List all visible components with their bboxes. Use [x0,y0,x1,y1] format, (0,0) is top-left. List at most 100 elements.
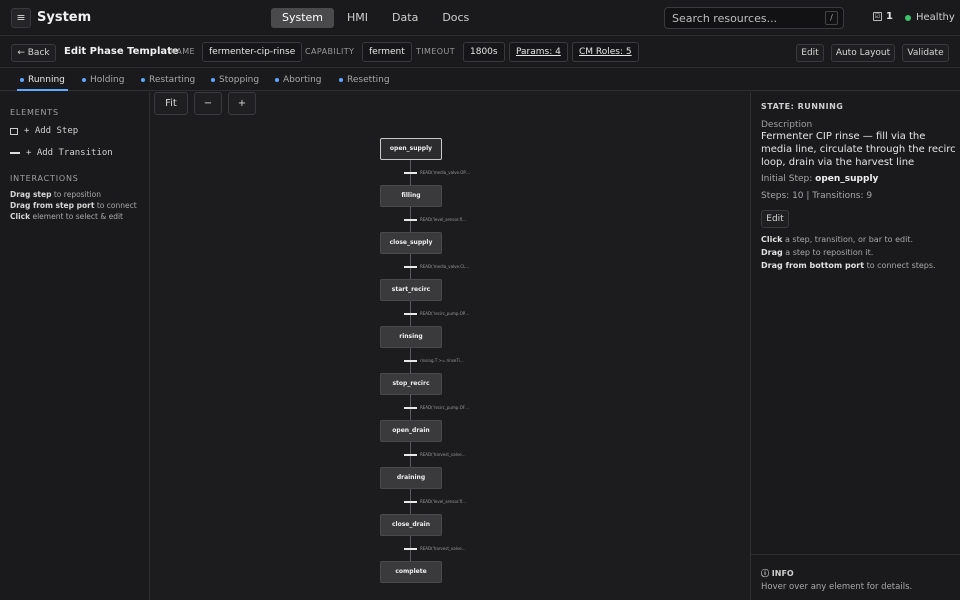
search-input[interactable] [672,11,822,25]
sfc-transition-bar[interactable] [404,501,417,503]
help-bold: Click [10,212,31,221]
help-bold: Drag step [10,190,52,199]
sfc-step[interactable]: close_drain [380,514,442,536]
params-button[interactable]: Params: 4 [509,42,568,62]
help-text: element to select & edit [30,212,124,221]
counts-row: Steps: 10 | Transitions: 9 [761,191,873,201]
sfc-transition-condition: READ('level_sensor.fl… [420,217,466,222]
search-box: / [664,7,844,29]
tab-aborting[interactable]: Aborting [275,68,322,91]
help-text: to connect [94,201,137,210]
properties-panel: STATE: RUNNING Description Fermenter CIP… [750,92,960,600]
help-line: Click element to select & edit [10,212,123,221]
health-dot-icon [905,14,911,21]
sfc-transition-bar[interactable] [404,313,417,315]
zoom-fit-button[interactable]: Fit [154,92,188,115]
dot-icon [20,77,24,82]
tab-label: Stopping [219,74,260,85]
sfc-transition-bar[interactable] [404,407,417,409]
nav-tab-docs[interactable]: Docs [431,8,480,28]
tab-stopping[interactable]: Stopping [211,68,259,91]
description-text: Fermenter CIP rinse — fill via the media… [761,131,956,168]
initial-step-value: open_supply [815,174,879,184]
timeout-field[interactable]: 1800s [463,42,505,62]
initial-step-row: Initial Step: open_supply [761,174,878,184]
sfc-step[interactable]: complete [380,561,442,583]
edit-button[interactable]: Edit [796,44,824,62]
dot-icon [141,77,145,82]
help-text: a step, transition, or bar to edit. [782,235,914,244]
sfc-step[interactable]: stop_recirc [380,373,442,395]
tab-resetting[interactable]: Resetting [339,68,390,91]
zoom-out-button[interactable]: − [194,92,222,115]
sfc-transition-condition: READ('recirc_pump.OF… [420,405,470,410]
dot-icon [339,77,343,82]
dot-icon [82,77,86,82]
sfc-step[interactable]: start_recirc [380,279,442,301]
sfc-step[interactable]: draining [380,467,442,489]
name-field[interactable]: fermenter-cip-rinse [202,42,303,62]
info-text: Hover over any element for details. [761,582,913,592]
sfc-step[interactable]: open_drain [380,420,442,442]
help-text: a step to reposition it. [782,248,874,257]
tab-label: Resetting [347,74,390,85]
left-panel: ELEMENTS + Add Step + Add Transition INT… [0,92,150,600]
state-title: STATE: RUNNING [761,102,844,111]
editor-toolbar: ← Back Edit Phase Template NAME fermente… [0,36,960,68]
sfc-transition-bar[interactable] [404,454,417,456]
timeout-label: TIMEOUT [416,47,456,56]
sfc-transition-bar[interactable] [404,172,417,174]
add-step-button[interactable]: + Add Step [10,126,78,136]
tab-running[interactable]: Running [17,68,68,91]
page-title: Edit Phase Template [64,46,179,57]
help-bold: Drag from bottom port [761,261,865,270]
sfc-transition-bar[interactable] [404,360,417,362]
capability-field[interactable]: ferment [362,42,412,62]
sfc-step[interactable]: open_supply [380,138,442,160]
help-line: Click a step, transition, or bar to edit… [761,235,913,244]
capability-label: CAPABILITY [305,47,355,56]
add-transition-label: + Add Transition [26,148,113,158]
help-bold: Drag from step port [10,201,95,210]
health-label: Healthy [916,12,955,23]
search-shortcut-key: / [825,11,838,25]
zoom-in-button[interactable]: + [228,92,256,115]
nav-tab-data[interactable]: Data [381,8,429,28]
info-box: ⓘ INFO Hover over any element for detail… [751,554,960,600]
nav-tab-system[interactable]: System [271,8,335,28]
help-line: Drag from step port to connect [10,201,137,210]
main-nav: System HMI Data Docs [271,8,480,28]
phase-tabs: Running Holding Restarting Stopping Abor… [0,68,960,91]
cm-roles-button[interactable]: CM Roles: 5 [572,42,639,62]
auto-layout-button[interactable]: Auto Layout [831,44,895,62]
tab-restarting[interactable]: Restarting [141,68,195,91]
sfc-transition-condition: READ('media_valve.OP… [420,170,470,175]
tab-label: Running [28,74,65,85]
name-label: NAME [170,47,196,56]
top-bar: ≡ System System HMI Data Docs / ☑ 1 Heal… [0,0,960,36]
health-status: Healthy [905,12,955,23]
sfc-step[interactable]: close_supply [380,232,442,254]
sfc-canvas[interactable]: Fit − + open_supply READ('media_valve.OP…… [151,92,749,600]
app-title: System [37,10,92,25]
add-transition-button[interactable]: + Add Transition [10,148,113,158]
tasks-count: 1 [886,11,893,22]
help-line: Drag from bottom port to connect steps. [761,261,936,270]
menu-icon[interactable]: ≡ [11,8,31,28]
validate-button[interactable]: Validate [902,44,949,62]
edit-description-button[interactable]: Edit [761,210,789,228]
back-button[interactable]: ← Back [11,44,56,62]
tab-holding[interactable]: Holding [82,68,124,91]
nav-tab-hmi[interactable]: HMI [336,8,379,28]
tab-label: Holding [90,74,125,85]
transition-line-icon [10,152,20,154]
sfc-step[interactable]: filling [380,185,442,207]
sfc-transition-bar[interactable] [404,266,417,268]
tasks-indicator[interactable]: ☑ 1 [873,11,893,22]
sfc-step[interactable]: rinsing [380,326,442,348]
sfc-transition-bar[interactable] [404,219,417,221]
sfc-transition-bar[interactable] [404,548,417,550]
help-bold: Click [761,235,783,244]
tab-label: Restarting [149,74,196,85]
sfc-transition-condition: READ('media_valve.CL… [420,264,470,269]
